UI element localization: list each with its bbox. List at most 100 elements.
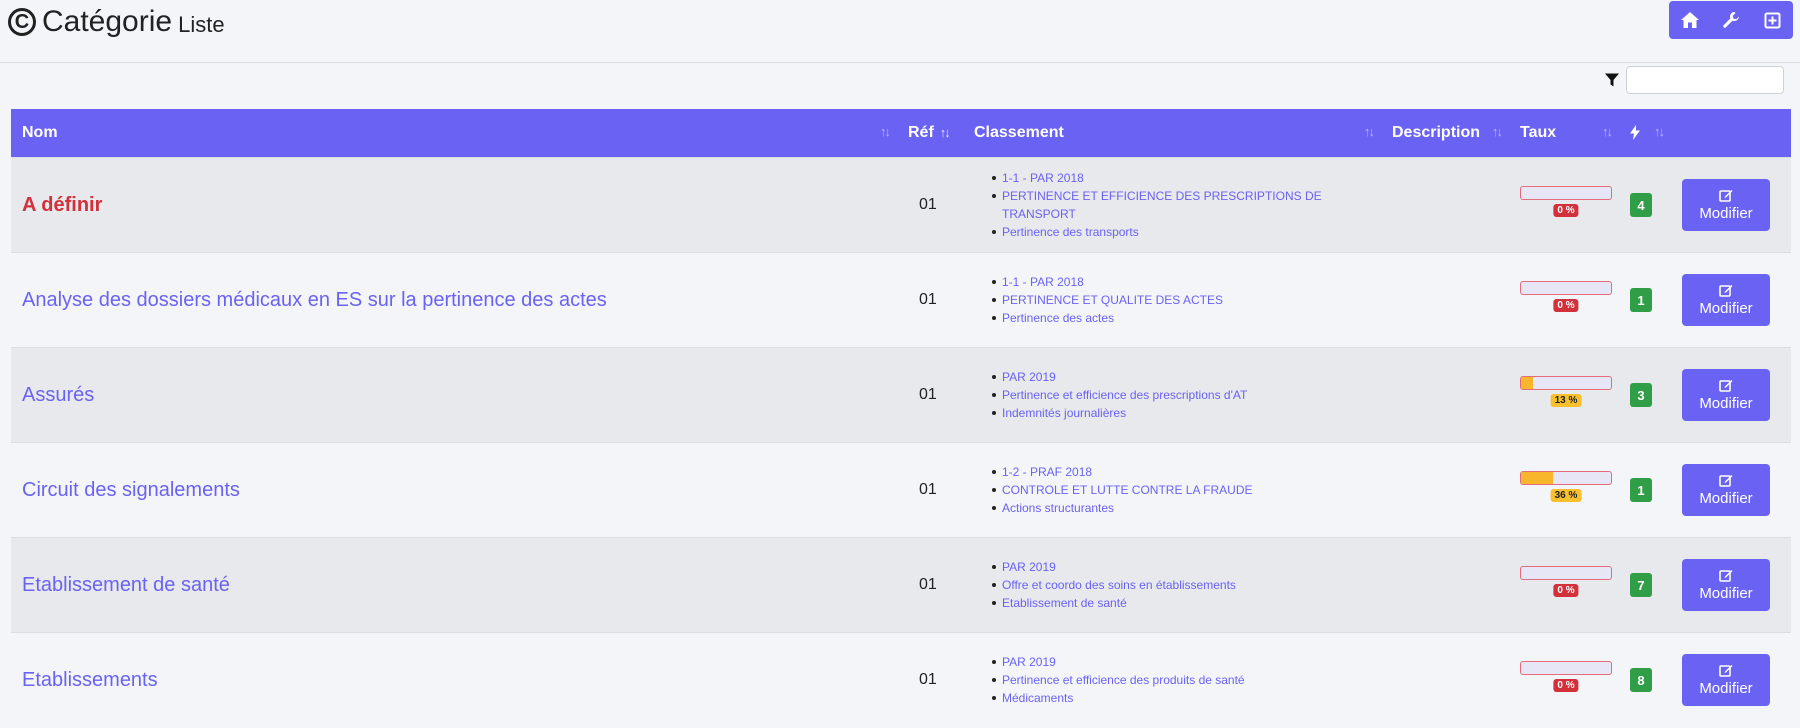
progress-bar xyxy=(1520,281,1612,295)
classement-item[interactable]: Médicaments xyxy=(992,689,1370,707)
classement-list: 1-1 - PAR 2018 PERTINENCE ET EFFICIENCE … xyxy=(974,169,1370,241)
sort-icon: ↑↓ xyxy=(1492,124,1503,139)
classement-item[interactable]: 1-2 - PRAF 2018 xyxy=(992,463,1370,481)
toolbar xyxy=(1669,1,1793,39)
table-row: Etablissement de santé 01 PAR 2019 Offre… xyxy=(11,537,1791,633)
cell-classement: 1-1 - PAR 2018 PERTINENCE ET EFFICIENCE … xyxy=(963,157,1381,253)
cell-actions: Modifier xyxy=(1671,157,1791,253)
classement-item[interactable]: Etablissement de santé xyxy=(992,594,1370,612)
count-badge[interactable]: 3 xyxy=(1630,383,1652,407)
classement-item[interactable]: PERTINENCE ET QUALITE DES ACTES xyxy=(992,291,1370,309)
category-name-link[interactable]: Circuit des signalements xyxy=(22,479,240,501)
classement-item[interactable]: Offre et coordo des soins en établisseme… xyxy=(992,576,1370,594)
cell-actions: Modifier xyxy=(1671,537,1791,633)
classement-item[interactable]: 1-1 - PAR 2018 xyxy=(992,169,1370,187)
count-badge[interactable]: 1 xyxy=(1630,288,1652,312)
classement-list: 1-2 - PRAF 2018 CONTROLE ET LUTTE CONTRE… xyxy=(974,463,1370,517)
edit-button[interactable]: Modifier xyxy=(1682,274,1770,326)
add-button[interactable] xyxy=(1753,1,1791,39)
edit-button-label: Modifier xyxy=(1699,300,1753,317)
count-badge[interactable]: 1 xyxy=(1630,478,1652,502)
progress-bar xyxy=(1520,566,1612,580)
column-header-count[interactable]: ↑↓ xyxy=(1619,109,1671,158)
edit-icon xyxy=(1719,190,1733,202)
progress-bar xyxy=(1520,661,1612,676)
classement-item[interactable]: Pertinence des transports xyxy=(992,223,1370,241)
cell-taux: 0 % xyxy=(1509,252,1619,348)
cell-count: 7 xyxy=(1619,537,1671,633)
count-badge[interactable]: 8 xyxy=(1630,668,1652,693)
edit-button-label: Modifier xyxy=(1699,490,1753,507)
category-name-link[interactable]: Etablissement de santé xyxy=(22,574,230,596)
cell-classement: PAR 2019 Pertinence et efficience des pr… xyxy=(963,347,1381,443)
column-header-classement[interactable]: Classement ↑↓ xyxy=(963,109,1381,158)
category-name-link[interactable]: Analyse des dossiers médicaux en ES sur … xyxy=(22,289,607,311)
classement-item[interactable]: PERTINENCE ET EFFICIENCE DES PRESCRIPTIO… xyxy=(992,187,1370,223)
sort-icon: ↑↓ xyxy=(880,124,891,139)
column-header-description-label: Description xyxy=(1392,124,1481,141)
ref-value: 01 xyxy=(919,671,937,689)
column-header-name-label: Nom xyxy=(22,124,58,141)
cell-name: Analyse des dossiers médicaux en ES sur … xyxy=(11,252,897,348)
filter-input[interactable] xyxy=(1626,66,1784,94)
cell-taux: 0 % xyxy=(1509,632,1619,728)
cell-description xyxy=(1381,442,1509,538)
cell-actions: Modifier xyxy=(1671,442,1791,538)
classement-list: 1-1 - PAR 2018 PERTINENCE ET QUALITE DES… xyxy=(974,273,1370,327)
sort-active-icon: ↑↓ xyxy=(939,125,951,140)
count-badge[interactable]: 4 xyxy=(1630,193,1652,217)
classement-item[interactable]: PAR 2019 xyxy=(992,653,1370,671)
ref-value: 01 xyxy=(919,576,937,593)
home-button[interactable] xyxy=(1671,1,1709,39)
cell-actions: Modifier xyxy=(1671,632,1791,728)
category-name-link[interactable]: Assurés xyxy=(22,384,94,406)
classement-item[interactable]: Pertinence et efficience des produits de… xyxy=(992,671,1370,689)
cell-name: Etablissement de santé xyxy=(11,537,897,633)
cell-name: Assurés xyxy=(11,347,897,443)
cell-count: 4 xyxy=(1619,157,1671,253)
edit-button[interactable]: Modifier xyxy=(1682,369,1770,421)
ref-value: 01 xyxy=(919,481,937,498)
cell-classement: PAR 2019 Pertinence et efficience des pr… xyxy=(963,632,1381,728)
rate-indicator: 13 % xyxy=(1520,375,1612,415)
ref-value: 01 xyxy=(919,386,937,403)
filter-icon xyxy=(1605,73,1619,87)
column-header-taux[interactable]: Taux ↑↓ xyxy=(1509,109,1619,158)
classement-item[interactable]: PAR 2019 xyxy=(992,368,1370,386)
settings-button[interactable] xyxy=(1712,1,1750,39)
cell-description xyxy=(1381,632,1509,728)
rate-badge: 0 % xyxy=(1553,584,1579,597)
classement-item[interactable]: CONTROLE ET LUTTE CONTRE LA FRAUDE xyxy=(992,481,1370,499)
classement-item[interactable]: Actions structurantes xyxy=(992,499,1370,517)
classement-item[interactable]: 1-1 - PAR 2018 xyxy=(992,273,1370,291)
edit-button[interactable]: Modifier xyxy=(1682,464,1770,516)
cell-taux: 0 % xyxy=(1509,157,1619,253)
wrench-icon xyxy=(1723,11,1739,28)
classement-item[interactable]: Indemnités journalières xyxy=(992,404,1370,422)
classement-item[interactable]: Pertinence et efficience des prescriptio… xyxy=(992,386,1370,404)
cell-description xyxy=(1381,157,1509,253)
sort-icon: ↑↓ xyxy=(1654,124,1665,139)
progress-bar xyxy=(1520,471,1612,485)
edit-button[interactable]: Modifier xyxy=(1682,559,1770,611)
classement-item[interactable]: Pertinence des actes xyxy=(992,309,1370,327)
column-header-name[interactable]: Nom ↑↓ xyxy=(11,109,897,158)
sort-icon: ↑↓ xyxy=(1364,124,1375,139)
column-header-description[interactable]: Description ↑↓ xyxy=(1381,109,1509,158)
cell-name: A définir xyxy=(11,157,897,253)
column-header-classement-label: Classement xyxy=(974,124,1064,141)
edit-button[interactable]: Modifier xyxy=(1682,179,1770,231)
count-badge[interactable]: 7 xyxy=(1630,573,1652,597)
table-filter xyxy=(1604,66,1784,94)
cell-name: Circuit des signalements xyxy=(11,442,897,538)
column-header-ref[interactable]: Réf ↑↓ xyxy=(897,109,963,158)
rate-indicator: 0 % xyxy=(1520,185,1612,225)
column-header-taux-label: Taux xyxy=(1520,124,1557,141)
category-name-link[interactable]: A définir xyxy=(22,194,102,216)
progress-bar xyxy=(1520,186,1612,200)
ref-value: 01 xyxy=(919,291,937,308)
classement-item[interactable]: PAR 2019 xyxy=(992,558,1370,576)
edit-button[interactable]: Modifier xyxy=(1682,654,1770,707)
cell-description xyxy=(1381,252,1509,348)
category-name-link[interactable]: Etablissements xyxy=(22,669,158,691)
